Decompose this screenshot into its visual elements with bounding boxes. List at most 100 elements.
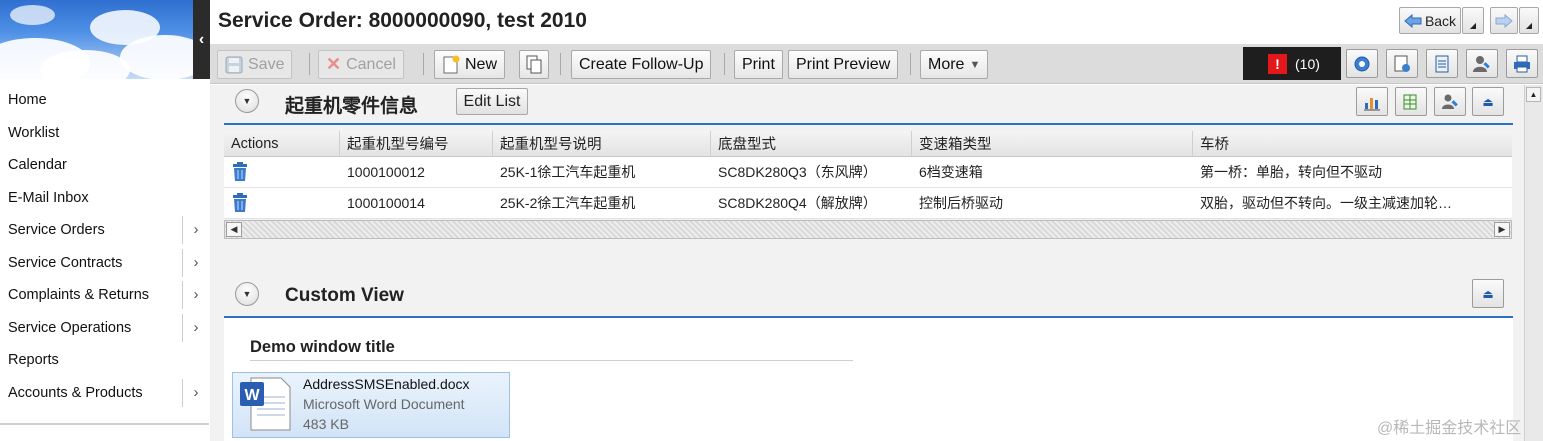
sidebar-item-service-orders[interactable]: Service Orders › (0, 214, 209, 247)
more-label: More (928, 55, 965, 73)
column-header[interactable]: 变速箱类型 (912, 131, 1193, 156)
settings-button[interactable] (1346, 49, 1378, 78)
sidebar-item-label: Worklist (8, 124, 60, 141)
table-row[interactable]: 1000100014 25K-2徐工汽车起重机 SC8DK280Q4（解放牌） … (224, 188, 1512, 219)
sidebar-item-reports[interactable]: Reports (0, 344, 209, 377)
copy-button[interactable] (519, 50, 549, 79)
arrow-right-icon (1495, 13, 1513, 28)
system-print-button[interactable] (1506, 49, 1538, 78)
trash-icon[interactable] (231, 162, 249, 182)
company-logo (0, 0, 193, 79)
export-excel-button[interactable] (1395, 87, 1427, 116)
chevron-right-icon[interactable]: › (182, 313, 209, 342)
sidebar-item-label: Accounts & Products (8, 384, 143, 401)
crane-parts-table: Actions 起重机型号编号 起重机型号说明 底盘型式 变速箱类型 车桥 10… (224, 131, 1512, 219)
notes-button[interactable] (1426, 49, 1458, 78)
table-cell: 1000100014 (347, 195, 425, 211)
cancel-button[interactable]: ✕ Cancel (318, 50, 404, 79)
back-label: Back (1424, 12, 1457, 29)
sidebar-item-complaints-returns[interactable]: Complaints & Returns › (0, 279, 209, 312)
collapse-section-button[interactable]: ▼ (235, 89, 259, 113)
sidebar-item-worklist[interactable]: Worklist (0, 117, 209, 150)
chart-view-button[interactable] (1356, 87, 1388, 116)
collapse-sidebar-button[interactable]: ‹ (193, 0, 210, 79)
print-button[interactable]: Print (734, 50, 783, 79)
create-followup-label: Create Follow-Up (579, 55, 704, 73)
sidebar-item-label: Home (8, 92, 47, 108)
toolbar-separator (724, 53, 725, 75)
save-button[interactable]: Save (217, 50, 293, 79)
chevron-right-icon[interactable]: › (182, 248, 209, 277)
table-cell: SC8DK280Q3（东风牌） (718, 164, 877, 180)
user-settings-button[interactable] (1466, 49, 1498, 78)
dropdown-corner-icon: ◢ (1469, 21, 1477, 30)
crane-section-title: 起重机零件信息 (285, 96, 419, 117)
sidebar-item-label: Reports (8, 352, 59, 368)
column-header[interactable]: Actions (224, 131, 340, 156)
eject-icon: ⏏ (1482, 94, 1494, 109)
table-row[interactable]: 1000100012 25K-1徐工汽车起重机 SC8DK280Q3（东风牌） … (224, 157, 1512, 188)
table-cell: 控制后桥驱动 (919, 195, 1003, 211)
scroll-right-arrow[interactable]: ▶ (1494, 222, 1510, 237)
sidebar-item-label: Calendar (8, 157, 67, 173)
forward-button[interactable] (1490, 7, 1518, 34)
bar-chart-icon (1364, 97, 1380, 110)
back-history-dropdown[interactable]: ◢ (1462, 7, 1484, 34)
scroll-up-arrow[interactable]: ▲ (1526, 87, 1541, 102)
table-cell: 25K-1徐工汽车起重机 (500, 164, 636, 180)
sidebar-item-service-operations[interactable]: Service Operations › (0, 312, 209, 345)
sidebar-item-home[interactable]: Home (0, 84, 209, 117)
new-button[interactable]: New (434, 50, 506, 79)
column-header[interactable]: 车桥 (1193, 131, 1512, 156)
sidebar-item-service-contracts[interactable]: Service Contracts › (0, 247, 209, 280)
sidebar-item-label: Service Operations (8, 319, 132, 336)
save-label: Save (248, 55, 285, 73)
collapse-section-button[interactable]: ▼ (235, 282, 259, 306)
column-header[interactable]: 底盘型式 (711, 131, 912, 156)
new-label: New (465, 55, 498, 73)
scroll-left-arrow[interactable]: ◀ (226, 222, 242, 237)
create-followup-button[interactable]: Create Follow-Up (571, 50, 712, 79)
personalize-list-button[interactable] (1434, 87, 1466, 116)
chevron-right-icon[interactable]: › (182, 281, 209, 309)
toolbar-separator (309, 53, 310, 75)
collapse-block-button[interactable]: ⏏ (1472, 279, 1504, 308)
user-wrench-icon (1473, 55, 1490, 72)
section-divider (224, 123, 1513, 125)
column-header[interactable]: 起重机型号说明 (493, 131, 711, 156)
edit-list-label: Edit List (463, 92, 521, 110)
forward-history-dropdown[interactable]: ◢ (1519, 7, 1539, 34)
back-button[interactable]: Back (1399, 7, 1461, 34)
column-header[interactable]: 起重机型号编号 (340, 131, 493, 156)
trash-icon[interactable] (231, 193, 249, 213)
save-disk-icon (225, 56, 243, 73)
messages-indicator[interactable]: ! (10) (1243, 47, 1341, 80)
sidebar-item-label: Complaints & Returns (8, 287, 150, 303)
page-title: Service Order: 8000000090, test 2010 (218, 9, 587, 32)
print-preview-label: Print Preview (796, 55, 891, 73)
demo-window-title: Demo window title (250, 338, 395, 356)
gear-icon (1354, 56, 1370, 71)
edit-list-button[interactable]: Edit List (456, 88, 528, 115)
page-settings-icon (1394, 55, 1410, 72)
sidebar-item-email-inbox[interactable]: E-Mail Inbox (0, 182, 209, 215)
dropdown-arrow-icon: ▼ (969, 58, 981, 71)
horizontal-scrollbar[interactable]: ◀ ▶ (224, 220, 1512, 239)
table-cell: 6档变速箱 (919, 164, 983, 180)
personalize-button[interactable] (1386, 49, 1418, 78)
chevron-right-icon[interactable]: › (182, 378, 209, 407)
sidebar-item-calendar[interactable]: Calendar (0, 149, 209, 182)
table-cell: SC8DK280Q4（解放牌） (718, 195, 877, 211)
print-preview-button[interactable]: Print Preview (788, 50, 899, 79)
chevron-down-icon: ▼ (242, 289, 252, 299)
collapse-block-button[interactable]: ⏏ (1472, 87, 1504, 116)
cancel-x-icon: ✕ (326, 54, 342, 74)
more-button[interactable]: More ▼ (920, 50, 989, 79)
messages-count: (10) (1295, 55, 1320, 72)
table-header: Actions 起重机型号编号 起重机型号说明 底盘型式 变速箱类型 车桥 (224, 131, 1512, 157)
vertical-scrollbar[interactable] (1524, 85, 1543, 441)
chevron-right-icon[interactable]: › (182, 216, 209, 244)
eject-icon: ⏏ (1482, 286, 1494, 301)
sidebar-item-accounts-products[interactable]: Accounts & Products › (0, 377, 209, 410)
chevron-down-icon: ▼ (242, 96, 252, 106)
